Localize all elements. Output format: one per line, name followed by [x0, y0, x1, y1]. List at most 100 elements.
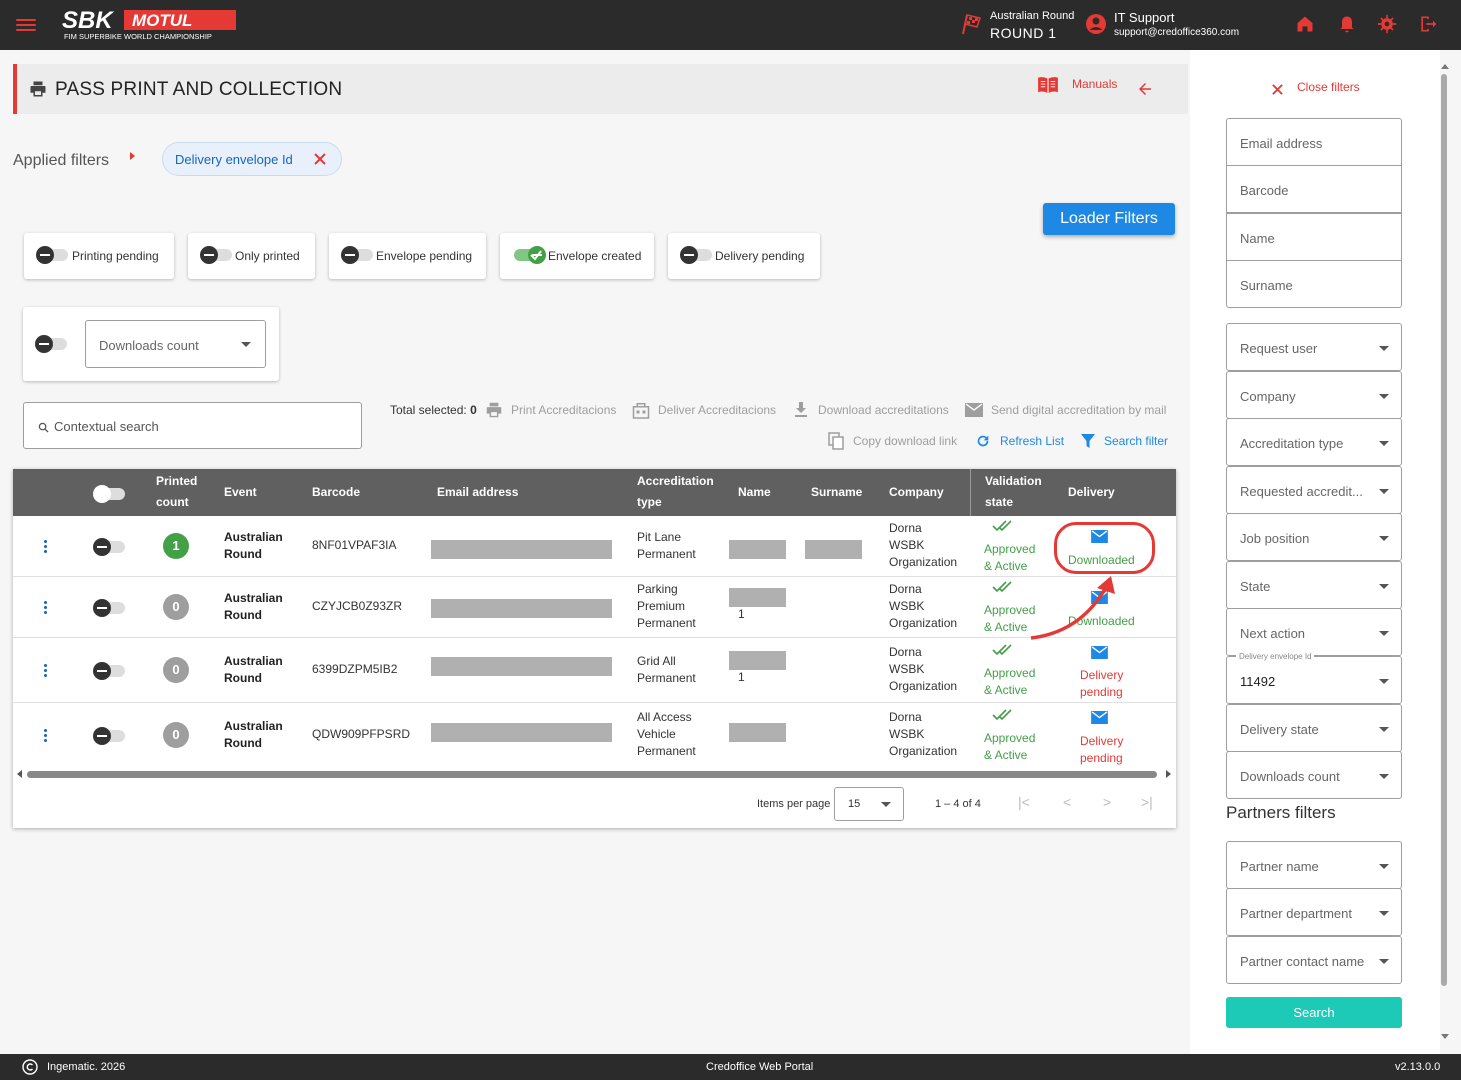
row-menu-icon[interactable] [44, 538, 48, 555]
event-cell: Australian [224, 719, 283, 733]
filter-chip[interactable]: Delivery envelope Id [162, 142, 342, 176]
company-cell: Organization [889, 744, 958, 758]
scroll-right-icon[interactable] [1166, 770, 1171, 778]
row-select-switch[interactable] [93, 599, 125, 617]
row-menu-icon[interactable] [44, 662, 48, 679]
toggle-switch[interactable] [200, 246, 232, 264]
chevron-down-icon [1379, 679, 1389, 684]
scrollbar-thumb[interactable] [1441, 74, 1447, 986]
partner-name-select[interactable]: Partner name [1226, 841, 1402, 889]
bell-icon[interactable] [1337, 14, 1357, 34]
header-validation[interactable]: Validation [985, 471, 1042, 492]
row-select-switch[interactable] [93, 727, 125, 745]
row-menu-icon[interactable] [44, 599, 48, 616]
hamburger-menu-icon[interactable] [16, 16, 36, 34]
contextual-search-input[interactable]: Contextual search [23, 402, 362, 449]
event-cell: Australian [224, 654, 283, 668]
search-filter-button[interactable]: Search filter [1104, 434, 1168, 448]
header-delivery[interactable]: Delivery [1068, 482, 1115, 503]
row-select-switch[interactable] [93, 538, 125, 556]
printer-icon[interactable] [485, 402, 503, 418]
downloads-count-select[interactable]: Downloads count [1226, 751, 1402, 799]
email-address-field[interactable]: Email address [1226, 118, 1402, 166]
delivery-box-icon[interactable] [632, 402, 650, 419]
header-name[interactable]: Name [738, 482, 771, 503]
scroll-up-icon[interactable] [1441, 64, 1449, 69]
vertical-scrollbar[interactable] [1440, 62, 1449, 1040]
close-icon[interactable] [1271, 83, 1284, 96]
select-all-switch[interactable] [93, 485, 125, 503]
manuals-link[interactable]: Manuals [1072, 77, 1117, 91]
toggle-only-printed[interactable]: Only printed [188, 233, 315, 279]
mail-icon[interactable] [1091, 711, 1108, 724]
company-select[interactable]: Company [1226, 371, 1402, 419]
toggle-printing-pending[interactable]: Printing pending [24, 233, 174, 279]
search-button[interactable]: Search [1226, 997, 1402, 1028]
requested-accreditation-select[interactable]: Requested accredit... [1226, 466, 1402, 514]
scroll-down-icon[interactable] [1441, 1034, 1449, 1039]
last-page-icon[interactable]: >| [1141, 794, 1153, 810]
items-per-page-select[interactable]: 15 [834, 787, 904, 821]
header-barcode[interactable]: Barcode [312, 482, 360, 503]
row-select-switch[interactable] [93, 662, 125, 680]
table-row[interactable]: 0 Australian Round QDW909PFPSRD All Acce… [13, 703, 1176, 767]
table-row[interactable]: 0 Australian Round CZYJCB0Z93ZR Parking … [13, 577, 1176, 638]
partner-department-select[interactable]: Partner department [1226, 888, 1402, 936]
arrow-back-icon[interactable] [1136, 80, 1154, 98]
delivery-envelope-id-select[interactable]: Delivery envelope Id 11492 [1226, 652, 1402, 704]
filter-icon[interactable] [1080, 433, 1096, 449]
barcode-field[interactable]: Barcode [1226, 165, 1402, 213]
send-digital-accreditation-button[interactable]: Send digital accreditation by mail [991, 403, 1166, 417]
home-icon[interactable] [1295, 14, 1315, 34]
account-icon[interactable] [1084, 12, 1108, 36]
refresh-icon[interactable] [975, 433, 991, 449]
table-row[interactable]: 1 Australian Round 8NF01VPAF3IA Pit Lane… [13, 516, 1176, 577]
next-page-icon[interactable]: > [1103, 794, 1111, 810]
previous-page-icon[interactable]: < [1063, 794, 1071, 810]
header-event[interactable]: Event [224, 482, 257, 503]
toggle-delivery-pending[interactable]: Delivery pending [668, 233, 820, 279]
close-filters-button[interactable]: Close filters [1297, 80, 1360, 94]
table-row[interactable]: 0 Australian Round 6399DZPM5IB2 Grid All… [13, 638, 1176, 703]
job-position-select[interactable]: Job position [1226, 513, 1402, 561]
accreditation-type-select[interactable]: Accreditation type [1226, 418, 1402, 466]
scroll-left-icon[interactable] [17, 770, 22, 778]
header-accreditation[interactable]: Accreditation [637, 471, 714, 492]
header-email[interactable]: Email address [437, 482, 518, 503]
toggle-switch[interactable] [36, 246, 68, 264]
mail-icon[interactable] [965, 403, 983, 417]
refresh-list-button[interactable]: Refresh List [1000, 434, 1064, 448]
copy-download-link-button[interactable]: Copy download link [853, 434, 957, 448]
mail-icon[interactable] [1091, 646, 1108, 659]
book-icon[interactable] [1037, 76, 1059, 94]
close-icon[interactable] [313, 152, 327, 166]
chevron-down-icon [241, 342, 251, 347]
toggle-envelope-pending[interactable]: Envelope pending [329, 233, 486, 279]
surname-field[interactable]: Surname [1226, 260, 1402, 308]
toggle-switch[interactable] [680, 246, 712, 264]
header-surname[interactable]: Surname [811, 482, 862, 503]
gear-icon[interactable] [1377, 14, 1397, 34]
loader-filters-button[interactable]: Loader Filters [1043, 203, 1175, 235]
row-menu-icon[interactable] [44, 727, 48, 744]
downloads-count-select[interactable]: Downloads count [85, 320, 266, 368]
next-action-select[interactable]: Next action [1226, 608, 1402, 656]
state-select[interactable]: State [1226, 561, 1402, 609]
first-page-icon[interactable]: |< [1018, 794, 1030, 810]
copy-icon[interactable] [828, 432, 845, 450]
print-accreditations-button[interactable]: Print Accreditacions [511, 403, 616, 417]
toggle-envelope-created[interactable]: Envelope created [500, 233, 654, 279]
toggle-switch[interactable] [35, 335, 67, 353]
logout-icon[interactable] [1418, 14, 1438, 34]
deliver-accreditations-button[interactable]: Deliver Accreditacions [658, 403, 776, 417]
header-company[interactable]: Company [889, 482, 944, 503]
toggle-switch[interactable] [341, 246, 373, 264]
download-accreditations-button[interactable]: Download accreditations [818, 403, 949, 417]
download-icon[interactable] [794, 402, 808, 418]
request-user-select[interactable]: Request user [1226, 323, 1402, 371]
name-field[interactable]: Name [1226, 213, 1402, 261]
chevron-down-icon [1379, 631, 1389, 636]
partner-contact-name-select[interactable]: Partner contact name [1226, 936, 1402, 984]
delivery-state-select[interactable]: Delivery state [1226, 704, 1402, 752]
horizontal-scrollbar[interactable] [27, 771, 1157, 778]
